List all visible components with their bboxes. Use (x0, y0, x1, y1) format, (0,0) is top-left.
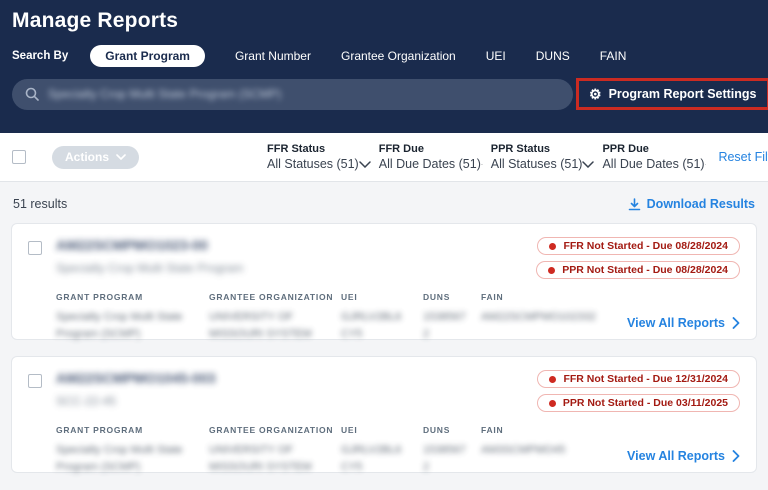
column-header: UEI (341, 292, 358, 302)
column-header: DUNS (423, 425, 451, 435)
tab-uei[interactable]: UEI (486, 49, 506, 63)
column-header: GRANTEE ORGANIZATION (209, 292, 334, 302)
search-input[interactable]: Specialty Crop Multi State Program (SCMP… (12, 78, 573, 110)
column-header: FAIN (481, 425, 504, 435)
ppr-due-filter[interactable]: PPR Due All Due Dates (51) (602, 143, 707, 171)
program-report-settings-button[interactable]: ⚙ Program Report Settings (589, 87, 757, 101)
column-header: GRANTEE ORGANIZATION (209, 425, 334, 435)
report-checkbox[interactable] (28, 241, 42, 255)
chevron-down-icon (582, 160, 595, 168)
view-all-reports-link[interactable]: View All Reports (627, 316, 740, 330)
column-value-redacted: GJRLV2BL6CY5 (341, 311, 402, 341)
tab-grant-program[interactable]: Grant Program (90, 45, 205, 67)
select-all-checkbox[interactable] (12, 150, 26, 164)
results-count: 51 results (13, 197, 68, 211)
tab-duns[interactable]: DUNS (536, 49, 570, 63)
badge-label: PPR Not Started - Due 03/11/2025 (562, 397, 728, 409)
search-value-redacted: Specialty Crop Multi State Program (SCMP… (48, 87, 282, 101)
tab-fain[interactable]: FAIN (600, 49, 627, 63)
status-dot-icon (548, 266, 556, 274)
ffr-due-filter[interactable]: FFR Due All Due Dates (51) (379, 143, 483, 171)
search-by-tabs: Search By Grant Program Grant Number Gra… (12, 45, 756, 67)
badge-label: FFR Not Started - Due 12/31/2024 (563, 373, 728, 385)
view-all-reports-label: View All Reports (627, 316, 725, 330)
status-dot-icon (549, 375, 557, 383)
ffr-status-filter[interactable]: FFR Status All Statuses (51) (267, 143, 371, 171)
status-dot-icon (548, 399, 556, 407)
column-value-redacted: AM3SCMPMO45 (481, 444, 566, 456)
download-results-link[interactable]: Download Results (628, 197, 755, 211)
view-all-reports-link[interactable]: View All Reports (627, 449, 740, 463)
grant-subtitle-redacted: Specialty Crop Multi State Program (56, 261, 244, 275)
ppr-status-filter[interactable]: PPR Status All Statuses (51) (491, 143, 595, 171)
chevron-down-icon (358, 160, 371, 168)
column-value-redacted: Specialty Crop Multi State Program (SCMP… (56, 444, 183, 474)
search-icon (25, 87, 39, 101)
status-dot-icon (549, 242, 557, 250)
tab-grant-number[interactable]: Grant Number (235, 49, 311, 63)
column-header: FAIN (481, 292, 504, 302)
download-icon (628, 197, 640, 210)
filter-label: PPR Status (490, 143, 551, 155)
status-badges: FFR Not Started - Due 12/31/2024 PPR Not… (536, 370, 740, 412)
actions-button[interactable]: Actions (52, 145, 140, 169)
chevron-right-icon (732, 317, 740, 329)
annotation-highlight-box: ⚙ Program Report Settings (576, 78, 768, 110)
ppr-status-badge: PPR Not Started - Due 08/28/2024 (536, 261, 740, 279)
report-checkbox[interactable] (28, 374, 42, 388)
column-value-redacted: AM22SCMPMO102332 (481, 311, 596, 323)
chevron-right-icon (732, 450, 740, 462)
filter-value: All Due Dates (51) (378, 157, 481, 171)
program-report-settings-label: Program Report Settings (608, 87, 757, 101)
status-badges: FFR Not Started - Due 08/28/2024 PPR Not… (536, 237, 740, 279)
column-header: DUNS (423, 292, 451, 302)
filter-value: All Statuses (51) (267, 157, 359, 171)
tab-grantee-organization[interactable]: Grantee Organization (341, 49, 456, 63)
badge-label: PPR Not Started - Due 08/28/2024 (562, 264, 728, 276)
search-by-label: Search By (12, 50, 69, 62)
column-value-redacted: 15385672 (423, 311, 466, 341)
page-header: Manage Reports Search By Grant Program G… (0, 0, 768, 133)
grant-number-title-redacted[interactable]: AM22SCMPMO1023-00 (56, 237, 243, 253)
grant-number-title-redacted[interactable]: AM22SCMPMO1045-003 (56, 370, 216, 386)
ppr-status-badge: PPR Not Started - Due 03/11/2025 (536, 394, 740, 412)
chevron-down-icon (480, 163, 483, 165)
column-value-redacted: UNIVERSITY OF MISSOURI SYSTEM (209, 311, 312, 341)
search-row: Specialty Crop Multi State Program (SCMP… (12, 78, 768, 110)
actions-label: Actions (65, 150, 110, 164)
column-header: UEI (341, 425, 358, 435)
download-results-label: Download Results (646, 197, 755, 211)
ffr-status-badge: FFR Not Started - Due 08/28/2024 (537, 237, 740, 255)
badge-label: FFR Not Started - Due 08/28/2024 (563, 240, 728, 252)
filter-value: All Due Dates (51) (602, 157, 705, 171)
filter-bar: Actions FFR Status All Statuses (51) FFR… (0, 133, 768, 182)
grant-subtitle-redacted: SCC-22-45 (56, 394, 117, 408)
filter-label: FFR Status (267, 143, 326, 155)
column-value-redacted: UNIVERSITY OF MISSOURI SYSTEM (209, 444, 312, 474)
chevron-down-icon (116, 154, 126, 160)
view-all-reports-label: View All Reports (627, 449, 725, 463)
gear-icon: ⚙ (589, 86, 602, 102)
results-row: 51 results Download Results (0, 182, 768, 223)
page-title: Manage Reports (12, 9, 179, 32)
ffr-status-badge: FFR Not Started - Due 12/31/2024 (537, 370, 740, 388)
report-card: AM22SCMPMO1023-00 Specialty Crop Multi S… (11, 223, 757, 340)
column-value-redacted: Specialty Crop Multi State Program (SCMP… (56, 311, 183, 341)
column-header: GRANT PROGRAM (56, 425, 143, 435)
reset-filters-link[interactable]: Reset Filters (718, 150, 768, 164)
filter-label: FFR Due (378, 143, 424, 155)
chevron-down-icon (704, 163, 707, 165)
filter-value: All Statuses (51) (490, 157, 583, 171)
report-card: AM22SCMPMO1045-003 SCC-22-45 FFR Not Sta… (11, 356, 757, 473)
filter-label: PPR Due (602, 143, 649, 155)
column-value-redacted: 15385672 (423, 444, 466, 474)
column-header: GRANT PROGRAM (56, 292, 143, 302)
column-value-redacted: GJRLV2BL6CY5 (341, 444, 402, 474)
